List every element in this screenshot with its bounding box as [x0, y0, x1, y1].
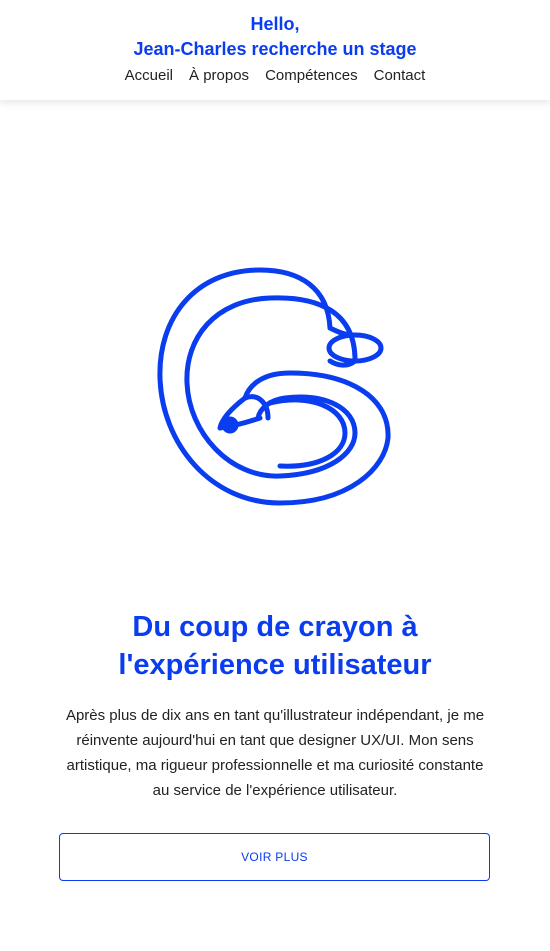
nav-item-a-propos[interactable]: À propos [189, 66, 249, 86]
nav-item-contact[interactable]: Contact [374, 66, 426, 86]
greeting-text: Hello, [250, 14, 300, 34]
nav-item-competences[interactable]: Compétences [265, 66, 358, 86]
tagline-text: Jean-Charles recherche un stage [133, 39, 417, 59]
main-nav: Accueil À propos Compétences Contact [0, 66, 550, 86]
hero-headline-line1: Du coup de crayon à [132, 611, 418, 643]
voir-plus-button[interactable]: VOIR PLUS [59, 833, 490, 881]
site-header: Hello, Jean-Charles recherche un stage A… [0, 0, 550, 100]
hero-headline: Du coup de crayon à l'expérience utilisa… [40, 608, 510, 684]
nav-item-accueil[interactable]: Accueil [125, 66, 173, 86]
hero-intro-text: Après plus de dix ans en tant qu'illustr… [65, 707, 485, 799]
hero-headline-line2: l'expérience utilisateur [118, 649, 432, 681]
pencil-scribble-icon [150, 258, 400, 518]
